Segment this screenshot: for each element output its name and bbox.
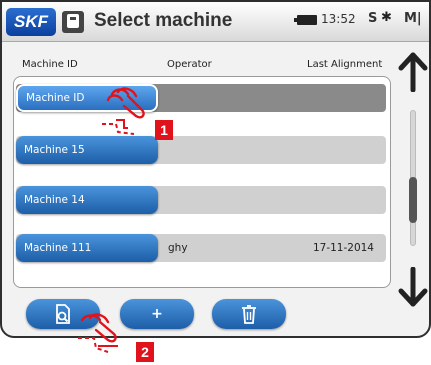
open-file-icon [56,304,70,324]
status-m-indicator: M| [404,11,422,26]
machine-id-button[interactable]: Machine 111 [16,234,158,262]
column-header-last-alignment: Last Alignment [307,59,383,70]
scrollbar-thumb[interactable] [409,177,417,223]
skf-logo: SKF [6,8,56,36]
title-bar: SKF Select machine 13:52 S ✱ M| [2,2,429,42]
machine-row[interactable]: Machine 15 [16,136,386,164]
last-alignment-cell: 17-11-2014 [312,242,374,254]
scroll-down-arrow-icon[interactable] [398,267,428,307]
plus-icon: + [151,306,163,322]
device-screen: SKF Select machine 13:52 S ✱ M| Machine … [0,0,431,338]
column-header-operator: Operator [167,59,212,70]
machine-row[interactable]: Machine ID [16,84,386,112]
bluetooth-icon: ✱ [381,10,392,25]
pointing-hand-icon [78,313,118,353]
page-title: Select machine [94,10,233,31]
status-s-indicator: S [368,11,378,26]
operator-cell: ghy [168,242,188,254]
trash-icon [242,305,256,324]
callout-badge-2: 2 [136,342,154,362]
callout-badge-1: 1 [155,120,173,140]
machine-row[interactable]: Machine 14 [16,186,386,214]
machine-id-button[interactable]: Machine 15 [16,136,158,164]
battery-icon [294,15,317,25]
column-header-machine-id: Machine ID [22,59,78,70]
machine-icon [62,11,84,33]
scroll-up-arrow-icon[interactable] [398,52,428,92]
machine-row[interactable]: Machine 111 ghy 17-11-2014 [16,234,386,262]
machine-id-button[interactable]: Machine 14 [16,186,158,214]
pointing-hand-icon [102,87,145,135]
clock: 13:52 [321,12,356,26]
delete-machine-button[interactable] [212,299,286,329]
